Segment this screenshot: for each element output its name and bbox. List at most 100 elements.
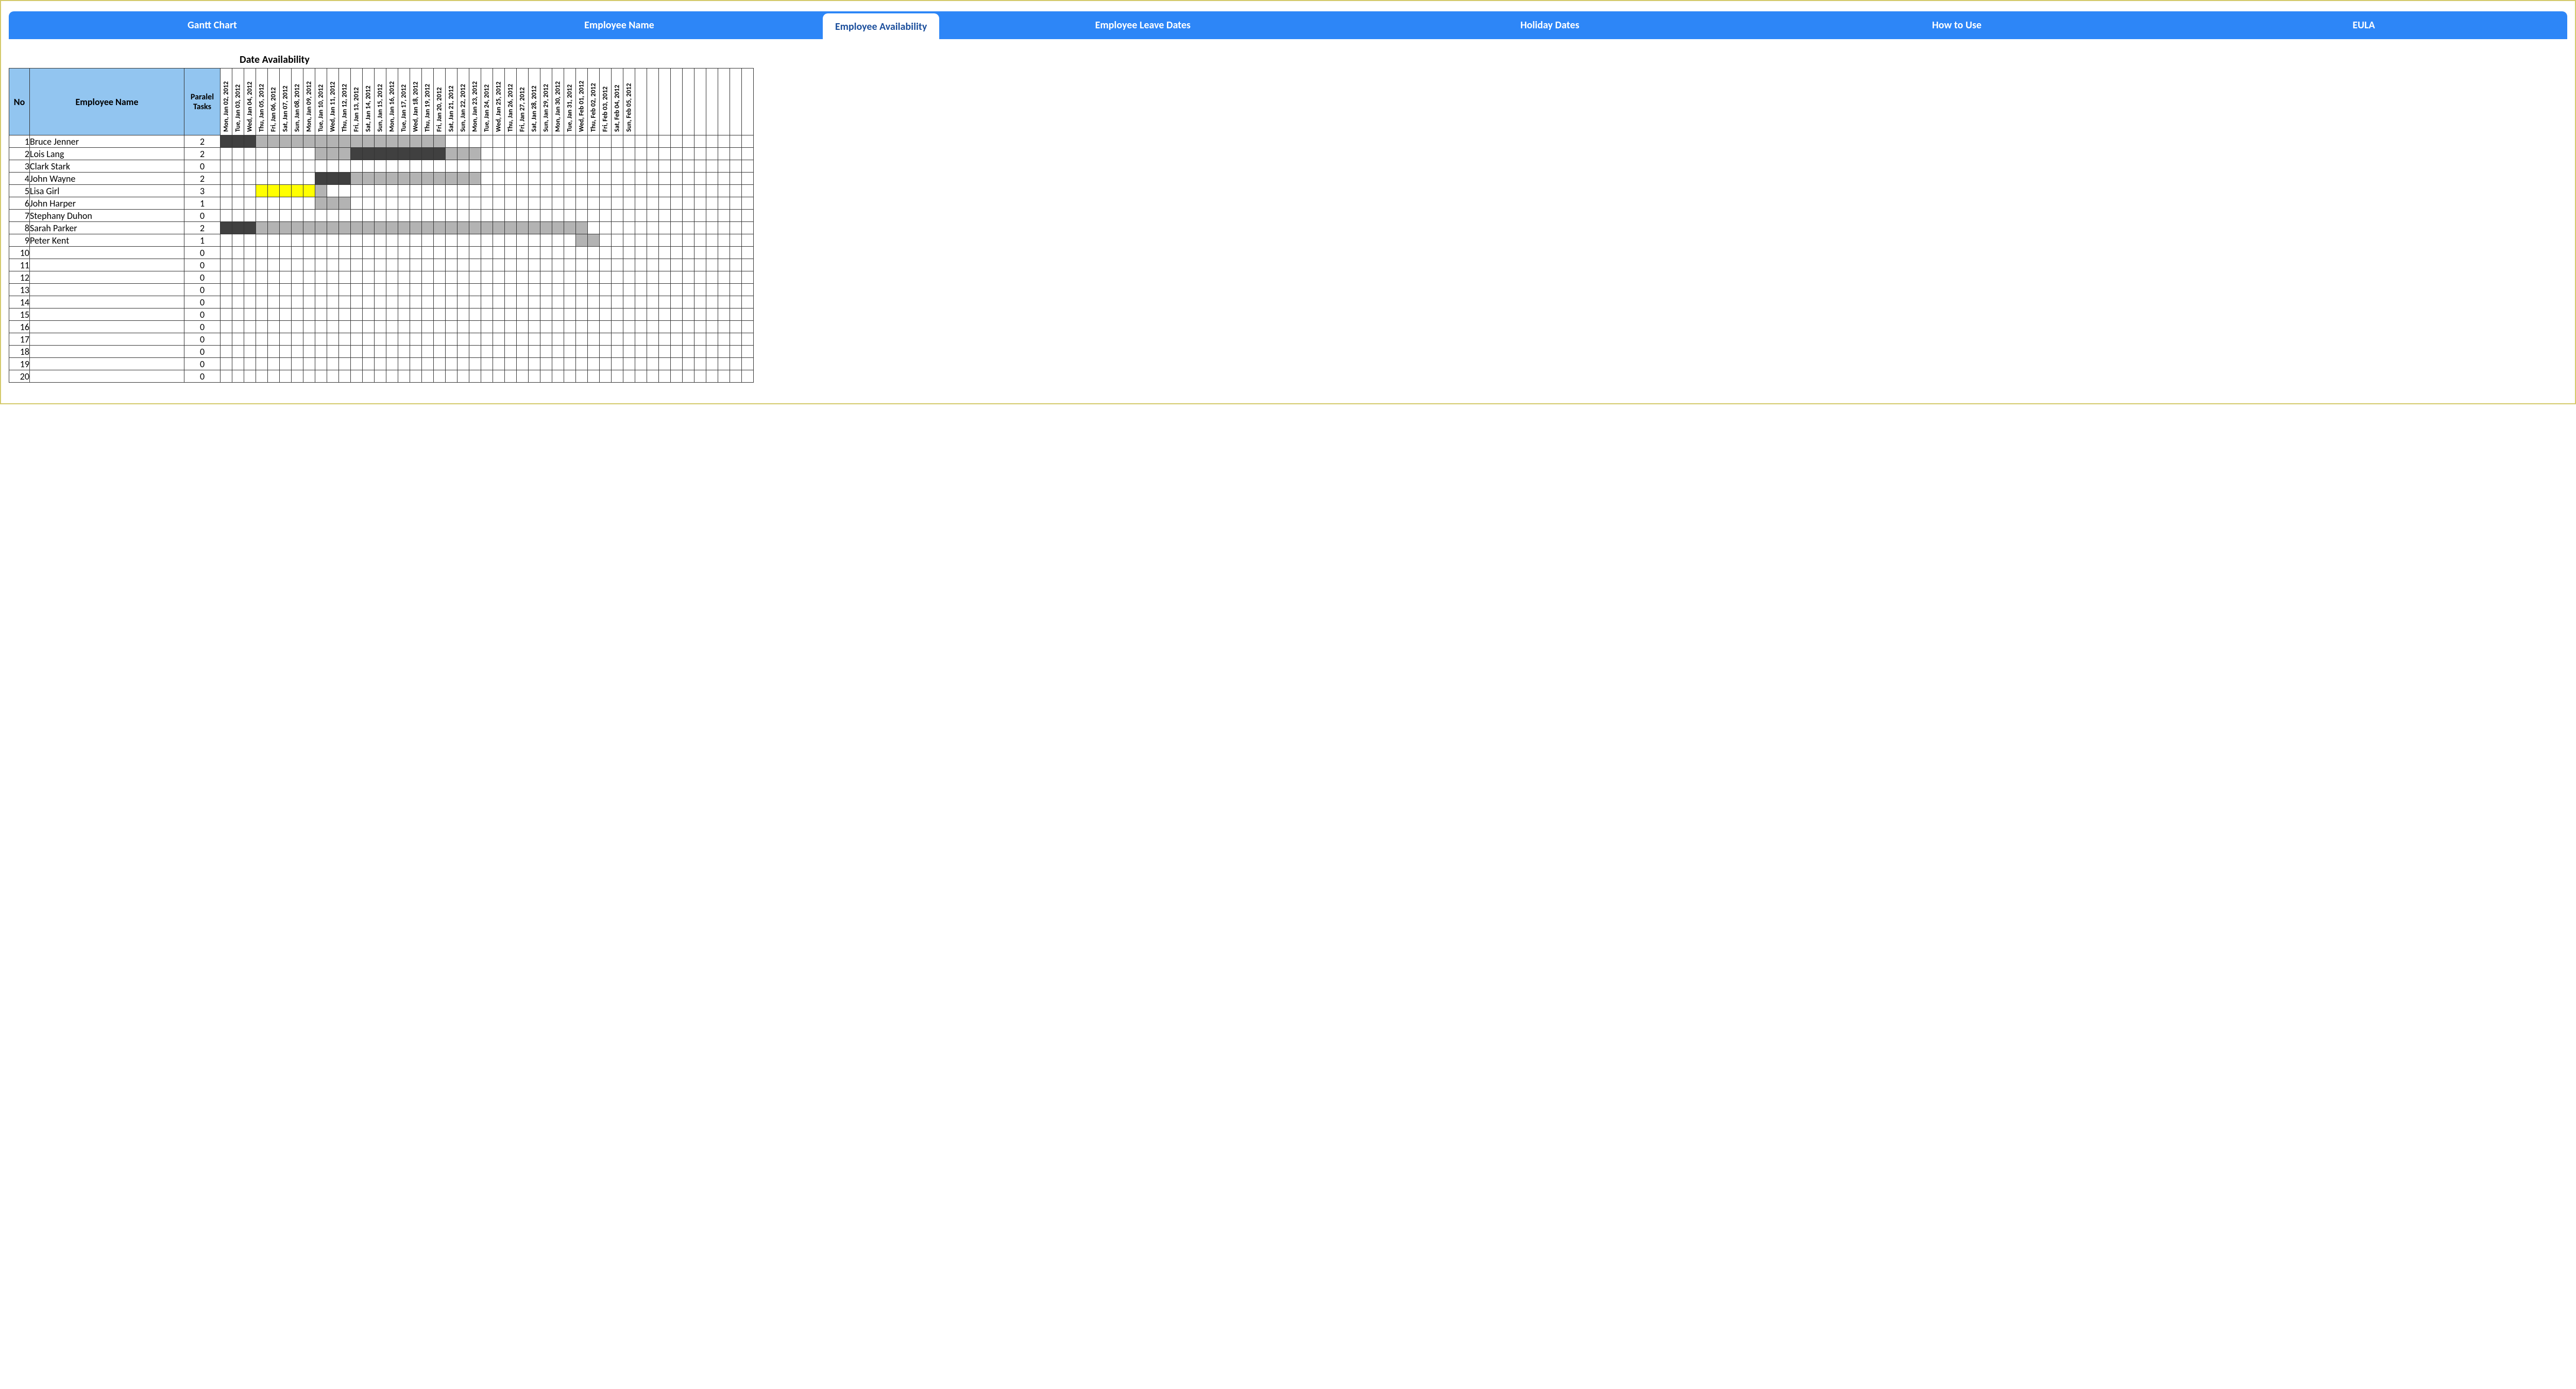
cell-day[interactable] xyxy=(434,284,446,296)
cell-day[interactable] xyxy=(422,284,434,296)
cell-day[interactable] xyxy=(635,333,647,346)
cell-day[interactable] xyxy=(363,296,375,308)
cell-day[interactable] xyxy=(517,370,529,383)
cell-day[interactable] xyxy=(280,234,292,247)
cell-day[interactable] xyxy=(623,308,635,321)
cell-day[interactable] xyxy=(612,148,623,160)
cell-day[interactable] xyxy=(351,284,363,296)
cell-day[interactable] xyxy=(706,210,718,222)
cell-day[interactable] xyxy=(493,296,505,308)
cell-day[interactable] xyxy=(706,259,718,271)
cell-day[interactable] xyxy=(635,210,647,222)
cell-day[interactable] xyxy=(327,370,339,383)
cell-day[interactable] xyxy=(303,296,315,308)
cell-day[interactable] xyxy=(576,173,588,185)
cell-day[interactable] xyxy=(612,234,623,247)
cell-day[interactable] xyxy=(303,160,315,173)
cell-day[interactable] xyxy=(280,271,292,284)
cell-day[interactable] xyxy=(327,284,339,296)
cell-day[interactable] xyxy=(221,259,232,271)
cell-day[interactable] xyxy=(221,173,232,185)
cell-paralel-tasks[interactable]: 3 xyxy=(184,185,221,197)
cell-day[interactable] xyxy=(540,160,552,173)
cell-day[interactable] xyxy=(694,370,706,383)
col-header-date[interactable]: Fri, Jan 20, 2012 xyxy=(434,68,446,135)
cell-day[interactable] xyxy=(256,346,268,358)
cell-day[interactable] xyxy=(422,247,434,259)
cell-day[interactable] xyxy=(718,148,730,160)
cell-day[interactable] xyxy=(256,148,268,160)
cell-day[interactable] xyxy=(244,222,256,234)
cell-day[interactable] xyxy=(457,210,469,222)
cell-day[interactable] xyxy=(315,160,327,173)
cell-day[interactable] xyxy=(315,370,327,383)
cell-day[interactable] xyxy=(446,271,457,284)
cell-day[interactable] xyxy=(576,185,588,197)
cell-paralel-tasks[interactable]: 2 xyxy=(184,148,221,160)
cell-day[interactable] xyxy=(292,358,303,370)
cell-day[interactable] xyxy=(694,284,706,296)
cell-day[interactable] xyxy=(683,210,694,222)
cell-day[interactable] xyxy=(564,210,576,222)
cell-row-number[interactable]: 3 xyxy=(9,160,30,173)
cell-day[interactable] xyxy=(600,308,612,321)
cell-day[interactable] xyxy=(363,308,375,321)
cell-row-number[interactable]: 17 xyxy=(9,333,30,346)
cell-day[interactable] xyxy=(327,358,339,370)
cell-row-number[interactable]: 11 xyxy=(9,259,30,271)
cell-day[interactable] xyxy=(552,370,564,383)
col-header-date[interactable]: Thu, Feb 02, 2012 xyxy=(588,68,600,135)
cell-day[interactable] xyxy=(718,296,730,308)
cell-day[interactable] xyxy=(292,247,303,259)
cell-day[interactable] xyxy=(540,370,552,383)
cell-day[interactable] xyxy=(540,333,552,346)
cell-day[interactable] xyxy=(623,247,635,259)
cell-day[interactable] xyxy=(517,247,529,259)
cell-day[interactable] xyxy=(446,259,457,271)
cell-day[interactable] xyxy=(256,210,268,222)
cell-day[interactable] xyxy=(694,160,706,173)
cell-day[interactable] xyxy=(552,160,564,173)
col-header-date[interactable] xyxy=(694,68,706,135)
cell-day[interactable] xyxy=(706,247,718,259)
cell-day[interactable] xyxy=(552,210,564,222)
cell-day[interactable] xyxy=(493,346,505,358)
cell-day[interactable] xyxy=(410,259,422,271)
cell-day[interactable] xyxy=(612,333,623,346)
cell-day[interactable] xyxy=(493,271,505,284)
cell-day[interactable] xyxy=(434,173,446,185)
cell-day[interactable] xyxy=(683,271,694,284)
cell-day[interactable] xyxy=(268,148,280,160)
cell-day[interactable] xyxy=(398,160,410,173)
cell-day[interactable] xyxy=(457,358,469,370)
cell-day[interactable] xyxy=(481,185,493,197)
cell-day[interactable] xyxy=(659,259,671,271)
cell-day[interactable] xyxy=(635,185,647,197)
cell-day[interactable] xyxy=(268,358,280,370)
cell-day[interactable] xyxy=(280,284,292,296)
cell-day[interactable] xyxy=(742,284,754,296)
cell-day[interactable] xyxy=(327,222,339,234)
cell-day[interactable] xyxy=(221,135,232,148)
cell-day[interactable] xyxy=(434,135,446,148)
cell-day[interactable] xyxy=(398,210,410,222)
cell-day[interactable] xyxy=(600,135,612,148)
cell-day[interactable] xyxy=(481,173,493,185)
cell-day[interactable] xyxy=(315,284,327,296)
cell-day[interactable] xyxy=(540,296,552,308)
cell-day[interactable] xyxy=(612,160,623,173)
cell-day[interactable] xyxy=(659,135,671,148)
cell-day[interactable] xyxy=(434,247,446,259)
cell-day[interactable] xyxy=(742,135,754,148)
cell-day[interactable] xyxy=(706,321,718,333)
cell-day[interactable] xyxy=(221,160,232,173)
cell-day[interactable] xyxy=(303,333,315,346)
cell-day[interactable] xyxy=(327,197,339,210)
col-header-date[interactable]: Sun, Jan 22, 2012 xyxy=(457,68,469,135)
cell-day[interactable] xyxy=(659,234,671,247)
cell-day[interactable] xyxy=(232,321,244,333)
cell-day[interactable] xyxy=(742,197,754,210)
cell-day[interactable] xyxy=(517,185,529,197)
cell-row-number[interactable]: 14 xyxy=(9,296,30,308)
cell-day[interactable] xyxy=(671,308,683,321)
